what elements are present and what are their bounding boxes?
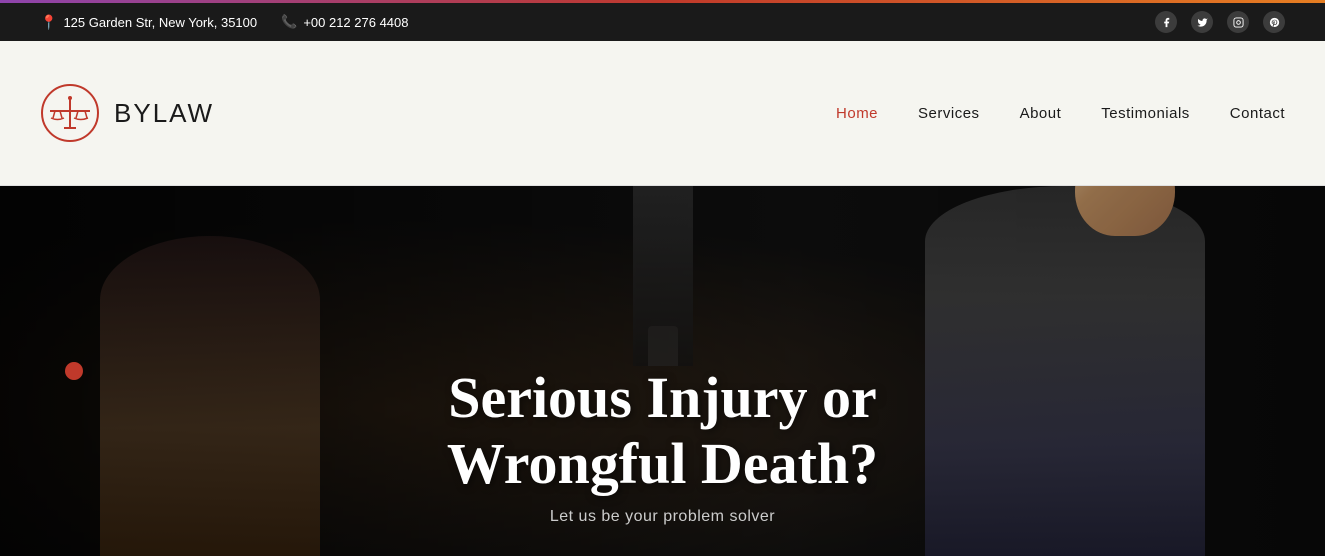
header: BYLAW Home Services About Testimonials C…	[0, 41, 1325, 186]
pinterest-icon[interactable]	[1263, 11, 1285, 33]
logo-icon	[40, 83, 100, 143]
hero-title: Serious Injury or Wrongful Death?	[0, 365, 1325, 498]
nav-home[interactable]: Home	[836, 105, 878, 122]
nav-testimonials[interactable]: Testimonials	[1101, 105, 1190, 122]
top-bar-contacts: 📍 125 Garden Str, New York, 35100 📞 +00 …	[40, 14, 409, 31]
nav-about[interactable]: About	[1020, 105, 1062, 122]
address-text: 125 Garden Str, New York, 35100	[63, 15, 257, 30]
hero-content: Serious Injury or Wrongful Death? Let us…	[0, 365, 1325, 556]
address-contact: 📍 125 Garden Str, New York, 35100	[40, 14, 257, 31]
main-nav: Home Services About Testimonials Contact	[836, 105, 1285, 122]
phone-contact: 📞 +00 212 276 4408	[281, 14, 408, 30]
facebook-icon[interactable]	[1155, 11, 1177, 33]
instagram-icon[interactable]	[1227, 11, 1249, 33]
hero-section: Serious Injury or Wrongful Death? Let us…	[0, 186, 1325, 556]
top-bar: 📍 125 Garden Str, New York, 35100 📞 +00 …	[0, 3, 1325, 41]
phone-icon: 📞	[281, 14, 297, 30]
hero-title-line2: Wrongful Death?	[447, 431, 878, 496]
social-links	[1155, 11, 1285, 33]
logo[interactable]: BYLAW	[40, 83, 214, 143]
logo-light: LAW	[153, 98, 214, 128]
logo-text: BYLAW	[114, 98, 214, 129]
hero-subtitle: Let us be your problem solver	[0, 508, 1325, 526]
nav-contact[interactable]: Contact	[1230, 105, 1285, 122]
location-icon: 📍	[40, 14, 57, 31]
nav-services[interactable]: Services	[918, 105, 980, 122]
twitter-icon[interactable]	[1191, 11, 1213, 33]
logo-bold: BY	[114, 98, 153, 128]
center-decoration	[633, 186, 693, 366]
hero-title-line1: Serious Injury or	[448, 365, 877, 430]
phone-text: +00 212 276 4408	[303, 15, 408, 30]
